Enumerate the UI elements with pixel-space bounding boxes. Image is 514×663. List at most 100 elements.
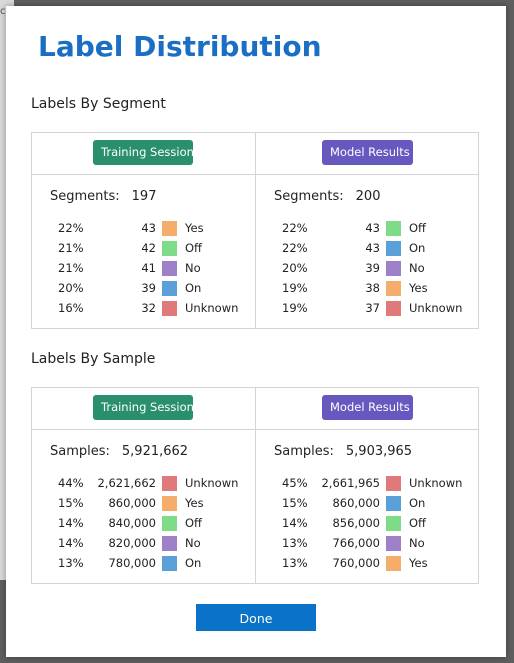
distribution-row: 16% 32 Unknown [32,299,255,319]
distribution-rows: 45% 2,661,965 Unknown 15% 860,000 On 14% 856,… [256,474,479,574]
row-value: 760,000 [332,556,380,570]
row-percent: 15% [282,496,308,510]
segment-panel: Training Session Segments: 197 22% 43 Yes 2… [31,132,479,329]
color-swatch [162,476,177,491]
section-title-sample: Labels By Sample [31,351,156,367]
distribution-row: 21% 42 Off [32,239,255,259]
row-value: 860,000 [108,496,156,510]
segment-count-model: Segments: 200 [274,189,380,204]
count-label: Segments: [50,189,120,204]
row-label: Off [409,516,426,530]
distribution-row: 14% 840,000 Off [32,514,255,534]
distribution-row: 20% 39 On [32,279,255,299]
row-value: 2,661,965 [321,476,380,490]
color-swatch [386,301,401,316]
distribution-row: 45% 2,661,965 Unknown [256,474,479,494]
row-label: Unknown [185,301,239,315]
color-swatch [386,496,401,511]
row-label: No [409,261,425,275]
row-label: Off [185,516,202,530]
count-label: Samples: [50,444,110,459]
distribution-rows: 22% 43 Off 22% 43 On 20% 39 No 19% 38 Yes 19% 37 U… [256,219,479,319]
training-session-badge: Training Session [93,395,194,420]
color-swatch [162,301,177,316]
row-value: 2,621,662 [97,476,156,490]
color-swatch [386,556,401,571]
row-value: 38 [365,281,380,295]
row-label: No [185,261,201,275]
label-distribution-dialog: Label Distribution Labels By Segment Tra… [6,6,506,657]
distribution-row: 14% 856,000 Off [256,514,479,534]
row-percent: 13% [282,556,308,570]
row-label: Yes [185,221,204,235]
row-label: On [185,281,202,295]
color-swatch [162,281,177,296]
row-value: 37 [365,301,380,315]
distribution-row: 22% 43 On [256,239,479,259]
color-swatch [162,536,177,551]
row-percent: 19% [282,281,308,295]
row-label: On [409,241,426,255]
row-percent: 14% [58,536,84,550]
count-label: Segments: [274,189,344,204]
row-percent: 13% [58,556,84,570]
row-percent: 13% [282,536,308,550]
section-title-segment: Labels By Segment [31,96,166,112]
color-swatch [162,241,177,256]
color-swatch [162,516,177,531]
row-value: 43 [141,221,156,235]
segment-model-column: Model Results Segments: 200 22% 43 Off 22% 4… [256,133,479,328]
row-label: Yes [409,281,428,295]
color-swatch [386,221,401,236]
sample-model-column: Model Results Samples: 5,903,965 45% 2,661… [256,388,479,583]
row-value: 39 [365,261,380,275]
row-label: Off [409,221,426,235]
color-swatch [386,261,401,276]
distribution-rows: 22% 43 Yes 21% 42 Off 21% 41 No 20% 39 On 16% 32 U… [32,219,255,319]
row-label: Unknown [409,301,463,315]
background-glyph: c [0,6,6,17]
row-value: 43 [365,221,380,235]
row-value: 780,000 [108,556,156,570]
row-percent: 22% [282,221,308,235]
row-percent: 22% [282,241,308,255]
row-value: 41 [141,261,156,275]
row-percent: 14% [58,516,84,530]
row-label: No [409,536,425,550]
row-value: 42 [141,241,156,255]
color-swatch [386,476,401,491]
count-value: 197 [131,189,157,204]
row-value: 856,000 [332,516,380,530]
distribution-row: 22% 43 Yes [32,219,255,239]
count-value: 5,903,965 [345,444,413,459]
color-swatch [386,516,401,531]
distribution-row: 14% 820,000 No [32,534,255,554]
row-percent: 20% [282,261,308,275]
color-swatch [386,281,401,296]
row-label: Yes [409,556,428,570]
distribution-rows: 44% 2,621,662 Unknown 15% 860,000 Yes 14% 840… [32,474,255,574]
row-value: 860,000 [332,496,380,510]
row-label: No [185,536,201,550]
done-button[interactable]: Done [196,604,316,631]
row-value: 43 [365,241,380,255]
row-percent: 22% [58,221,84,235]
distribution-row: 13% 780,000 On [32,554,255,574]
row-value: 32 [141,301,156,315]
row-label: Unknown [409,476,463,490]
row-percent: 14% [282,516,308,530]
sample-training-column: Training Session Samples: 5,921,662 44% 2,… [32,388,255,583]
color-swatch [386,536,401,551]
count-label: Samples: [274,444,334,459]
row-percent: 21% [58,261,84,275]
distribution-row: 22% 43 Off [256,219,479,239]
row-value: 766,000 [332,536,380,550]
distribution-row: 20% 39 No [256,259,479,279]
row-percent: 45% [282,476,308,490]
row-value: 840,000 [108,516,156,530]
color-swatch [386,241,401,256]
distribution-row: 19% 38 Yes [256,279,479,299]
row-percent: 44% [58,476,84,490]
count-value: 5,921,662 [121,444,189,459]
distribution-row: 15% 860,000 Yes [32,494,255,514]
